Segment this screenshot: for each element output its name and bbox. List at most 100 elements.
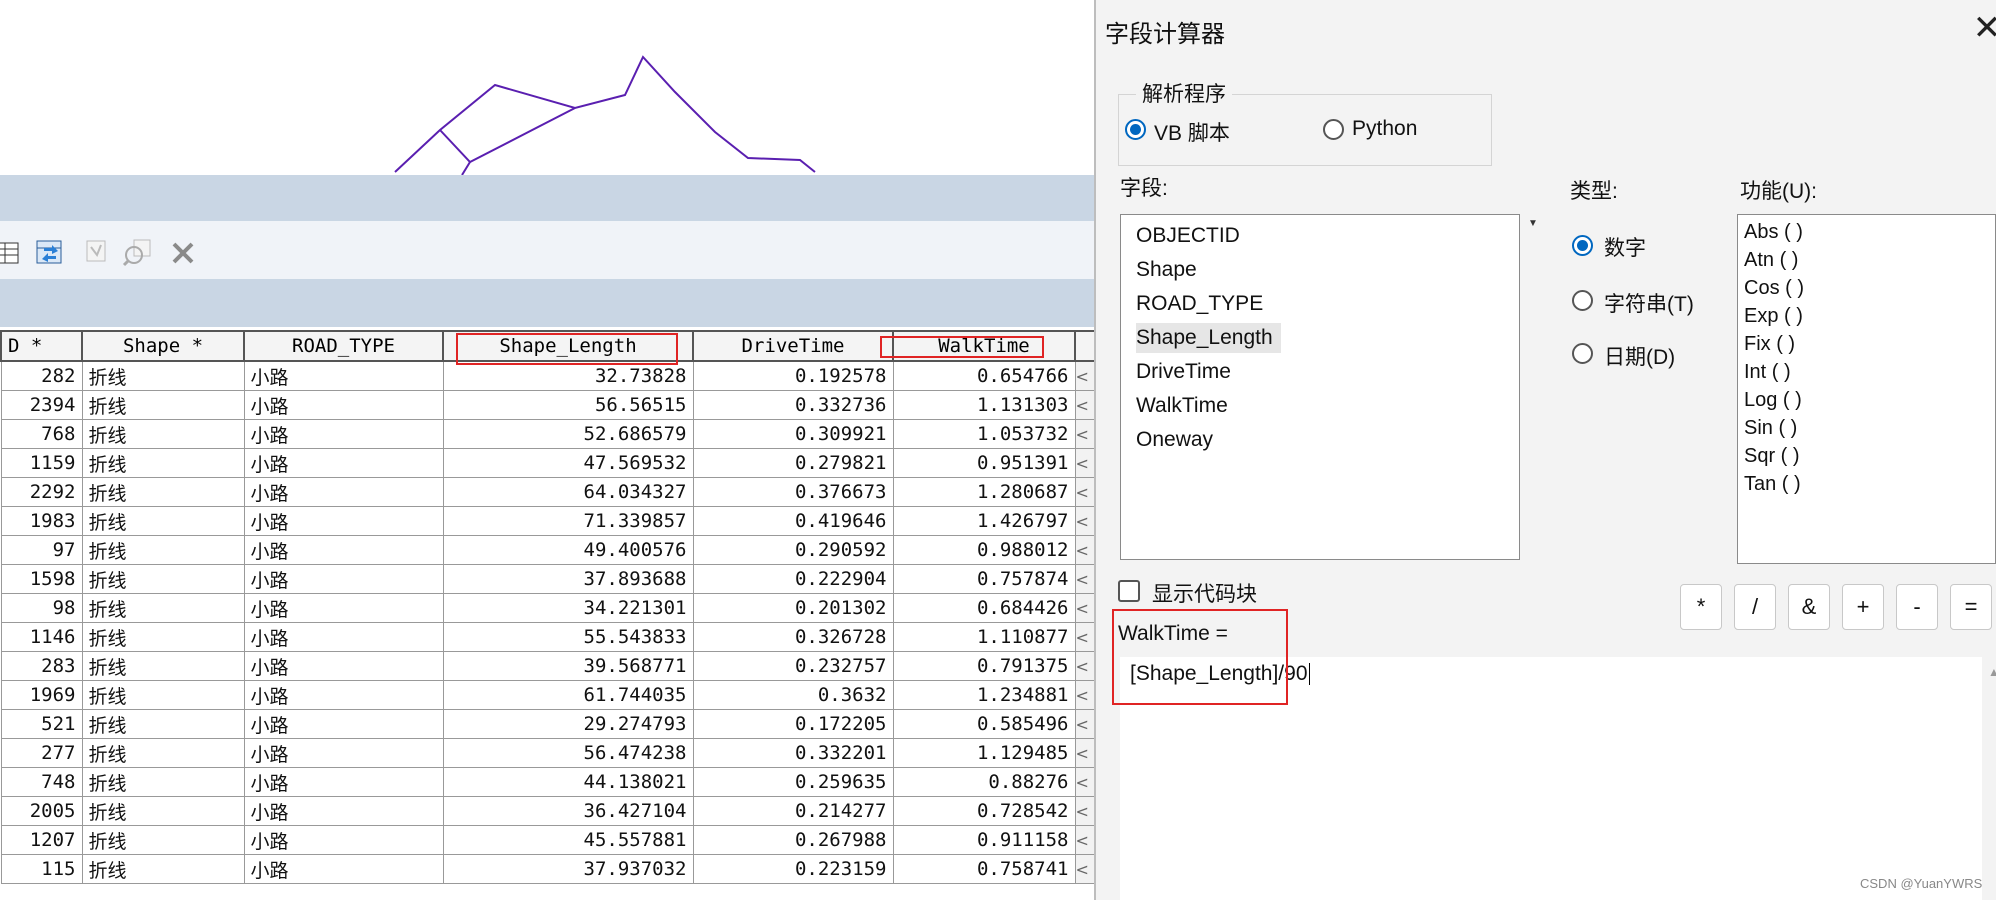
zoom-to-selected-icon[interactable] xyxy=(122,237,152,267)
table-row[interactable]: 2394 折线 小路 56.56515 0.332736 1.131303 < xyxy=(0,390,1096,420)
show-codeblock-checkbox[interactable] xyxy=(1118,580,1140,602)
cell-objectid[interactable]: 1207 xyxy=(0,825,83,855)
clear-selection-icon[interactable] xyxy=(82,237,112,267)
cell-walk-time[interactable]: 0.88276 xyxy=(892,767,1076,797)
scroll-up-icon[interactable]: ▲ xyxy=(1988,665,1996,679)
cell-drive-time[interactable]: 0.172205 xyxy=(692,709,894,739)
cell-road-type[interactable]: 小路 xyxy=(243,767,444,797)
cell-walk-time[interactable]: 0.654766 xyxy=(892,360,1076,391)
row-scroll-arrow-icon[interactable]: < xyxy=(1074,622,1096,652)
table-options-icon[interactable] xyxy=(0,237,24,267)
radio-type-number[interactable] xyxy=(1572,235,1593,256)
cell-shape-length[interactable]: 56.56515 xyxy=(442,390,694,420)
function-item-tan[interactable]: Tan ( ) xyxy=(1744,473,1801,496)
radio-type-date-label[interactable]: 日期(D) xyxy=(1604,341,1675,371)
cell-shape[interactable]: 折线 xyxy=(81,535,245,565)
cell-road-type[interactable]: 小路 xyxy=(243,360,444,391)
cell-shape-length[interactable]: 39.568771 xyxy=(442,651,694,681)
column-header-walk-time[interactable]: WalkTime xyxy=(892,330,1076,362)
operator-divide-button[interactable]: / xyxy=(1734,584,1776,630)
row-scroll-arrow-icon[interactable]: < xyxy=(1074,477,1096,507)
field-item-oneway[interactable]: Oneway xyxy=(1136,428,1221,452)
table-row[interactable]: 282 折线 小路 32.73828 0.192578 0.654766 < xyxy=(0,360,1096,391)
row-scroll-arrow-icon[interactable]: < xyxy=(1074,767,1096,797)
expression-text[interactable]: [Shape_Length]/90 xyxy=(1130,662,1308,685)
cell-walk-time[interactable]: 0.988012 xyxy=(892,535,1076,565)
cell-objectid[interactable]: 2394 xyxy=(0,390,83,420)
row-scroll-arrow-icon[interactable]: < xyxy=(1074,854,1096,884)
cell-shape-length[interactable]: 29.274793 xyxy=(442,709,694,739)
cell-road-type[interactable]: 小路 xyxy=(243,593,444,623)
table-row[interactable]: 2005 折线 小路 36.427104 0.214277 0.728542 < xyxy=(0,796,1096,826)
table-row[interactable]: 1598 折线 小路 37.893688 0.222904 0.757874 < xyxy=(0,564,1096,594)
cell-walk-time[interactable]: 0.728542 xyxy=(892,796,1076,826)
column-header-shape-length[interactable]: Shape_Length xyxy=(442,330,694,362)
close-icon[interactable]: ✕ xyxy=(1972,8,1996,48)
cell-drive-time[interactable]: 0.279821 xyxy=(692,448,894,478)
cell-walk-time[interactable]: 0.758741 xyxy=(892,854,1076,884)
map-view[interactable] xyxy=(0,0,1094,175)
function-item-exp[interactable]: Exp ( ) xyxy=(1744,305,1803,328)
cell-shape-length[interactable]: 71.339857 xyxy=(442,506,694,536)
function-item-atn[interactable]: Atn ( ) xyxy=(1744,249,1798,272)
row-scroll-arrow-icon[interactable]: < xyxy=(1074,738,1096,768)
radio-type-string[interactable] xyxy=(1572,290,1593,311)
table-row[interactable]: 1969 折线 小路 61.744035 0.3632 1.234881 < xyxy=(0,680,1096,710)
cell-drive-time[interactable]: 0.376673 xyxy=(692,477,894,507)
table-row[interactable]: 283 折线 小路 39.568771 0.232757 0.791375 < xyxy=(0,651,1096,681)
table-row[interactable]: 97 折线 小路 49.400576 0.290592 0.988012 < xyxy=(0,535,1096,565)
field-item-objectid[interactable]: OBJECTID xyxy=(1136,224,1248,248)
cell-road-type[interactable]: 小路 xyxy=(243,448,444,478)
cell-road-type[interactable]: 小路 xyxy=(243,825,444,855)
cell-shape[interactable]: 折线 xyxy=(81,390,245,420)
row-scroll-arrow-icon[interactable]: < xyxy=(1074,506,1096,536)
table-row[interactable]: 1207 折线 小路 45.557881 0.267988 0.911158 < xyxy=(0,825,1096,855)
cell-drive-time[interactable]: 0.332736 xyxy=(692,390,894,420)
cell-shape-length[interactable]: 45.557881 xyxy=(442,825,694,855)
field-item-shape-length[interactable]: Shape_Length xyxy=(1136,323,1281,353)
cell-shape-length[interactable]: 55.543833 xyxy=(442,622,694,652)
cell-shape-length[interactable]: 34.221301 xyxy=(442,593,694,623)
cell-walk-time[interactable]: 0.791375 xyxy=(892,651,1076,681)
row-scroll-arrow-icon[interactable]: < xyxy=(1074,709,1096,739)
cell-road-type[interactable]: 小路 xyxy=(243,854,444,884)
cell-drive-time[interactable]: 0.214277 xyxy=(692,796,894,826)
column-header-road-type[interactable]: ROAD_TYPE xyxy=(243,330,444,362)
cell-road-type[interactable]: 小路 xyxy=(243,506,444,536)
table-row[interactable]: 277 折线 小路 56.474238 0.332201 1.129485 < xyxy=(0,738,1096,768)
operator-equals-button[interactable]: = xyxy=(1950,584,1992,630)
field-item-walk-time[interactable]: WalkTime xyxy=(1136,394,1236,418)
function-item-log[interactable]: Log ( ) xyxy=(1744,389,1802,412)
cell-drive-time[interactable]: 0.290592 xyxy=(692,535,894,565)
cell-road-type[interactable]: 小路 xyxy=(243,390,444,420)
list-scroll-arrow-icon[interactable]: ▼ xyxy=(1528,218,1538,229)
cell-shape[interactable]: 折线 xyxy=(81,622,245,652)
field-item-drive-time[interactable]: DriveTime xyxy=(1136,360,1239,384)
expression-scrollbar[interactable]: ▲ xyxy=(1982,657,1996,900)
operator-minus-button[interactable]: - xyxy=(1896,584,1938,630)
cell-drive-time[interactable]: 0.3632 xyxy=(692,680,894,710)
cell-road-type[interactable]: 小路 xyxy=(243,651,444,681)
cell-shape[interactable]: 折线 xyxy=(81,419,245,449)
row-scroll-arrow-icon[interactable]: < xyxy=(1074,419,1096,449)
cell-walk-time[interactable]: 1.131303 xyxy=(892,390,1076,420)
cell-walk-time[interactable]: 1.053732 xyxy=(892,419,1076,449)
cell-objectid[interactable]: 97 xyxy=(0,535,83,565)
field-item-road-type[interactable]: ROAD_TYPE xyxy=(1136,292,1271,316)
table-row[interactable]: 748 折线 小路 44.138021 0.259635 0.88276 < xyxy=(0,767,1096,797)
cell-objectid[interactable]: 521 xyxy=(0,709,83,739)
cell-objectid[interactable]: 2292 xyxy=(0,477,83,507)
cell-walk-time[interactable]: 1.426797 xyxy=(892,506,1076,536)
row-scroll-arrow-icon[interactable]: < xyxy=(1074,680,1096,710)
radio-type-number-label[interactable]: 数字 xyxy=(1604,232,1646,262)
cell-shape-length[interactable]: 36.427104 xyxy=(442,796,694,826)
function-item-cos[interactable]: Cos ( ) xyxy=(1744,277,1804,300)
cell-objectid[interactable]: 98 xyxy=(0,593,83,623)
cell-walk-time[interactable]: 0.684426 xyxy=(892,593,1076,623)
row-scroll-arrow-icon[interactable]: < xyxy=(1074,651,1096,681)
table-row[interactable]: 2292 折线 小路 64.034327 0.376673 1.280687 < xyxy=(0,477,1096,507)
cell-shape[interactable]: 折线 xyxy=(81,854,245,884)
cell-walk-time[interactable]: 1.234881 xyxy=(892,680,1076,710)
cell-road-type[interactable]: 小路 xyxy=(243,796,444,826)
operator-multiply-button[interactable]: * xyxy=(1680,584,1722,630)
